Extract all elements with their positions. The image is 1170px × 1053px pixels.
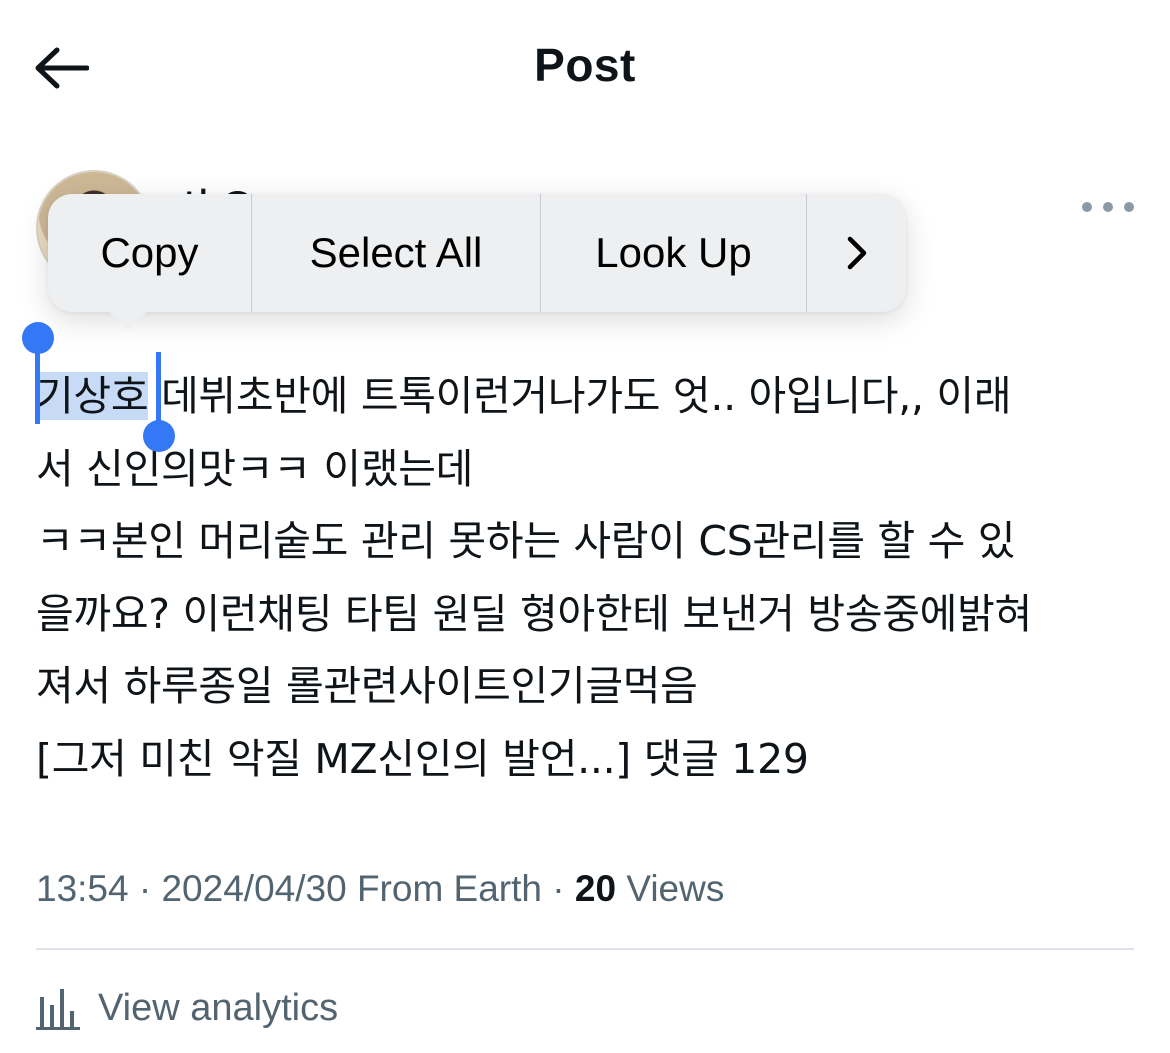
look-up-button[interactable]: Look Up — [541, 194, 807, 312]
post-line: 기상호 데뷔초반에 트톡이런거나가도 엇.. 아입니다,, 이래 — [36, 360, 1146, 433]
post-line: 서 신인의맛ㅋㅋ 이랬는데 — [36, 444, 474, 493]
post-date: 2024/04/30 — [161, 868, 347, 909]
selection-end-bar — [156, 352, 161, 424]
post-line: ㅋㅋ본인 머리숱도 관리 못하는 사람이 CS관리를 할 수 있 — [36, 517, 1016, 565]
page-title: Post — [534, 39, 636, 91]
bar-chart-icon — [36, 989, 80, 1030]
more-dot-icon — [1103, 202, 1113, 212]
post-page: Post 사 오 Copy Select All Look Up 기상호 데뷔초… — [0, 0, 1170, 1053]
post-meta: 13:54 · 2024/04/30 From Earth · 20 Views — [36, 868, 724, 910]
menu-more-button[interactable] — [807, 194, 906, 312]
view-analytics-button[interactable]: View analytics — [36, 980, 338, 1036]
post-line: 져서 하루종일 롤관련사이트인기글먹음 — [36, 662, 698, 710]
post-text[interactable]: 기상호 데뷔초반에 트톡이런거나가도 엇.. 아입니다,, 이래 서 신인의맛ㅋ… — [36, 360, 1146, 795]
text-selection-menu: Copy Select All Look Up — [48, 194, 906, 330]
selection-end-handle[interactable] — [143, 420, 175, 452]
divider — [36, 948, 1134, 950]
post-line: 을까요? 이런채팅 타팀 원딜 형아한테 보낸거 방송중에밝혀 — [36, 589, 1032, 638]
meta-separator: · — [138, 868, 162, 909]
selection-start-bar — [35, 350, 40, 424]
post-time: 13:54 — [36, 868, 129, 909]
meta-separator: · — [552, 868, 575, 909]
select-all-button[interactable]: Select All — [252, 194, 541, 312]
post-source: From Earth — [356, 868, 542, 909]
post-line: [그저 미친 악질 MZ신인의 발언...] 댓글 129 — [36, 734, 809, 783]
post-line-text: 데뷔초반에 트톡이런거나가도 엇.. 아입니다,, 이래 — [148, 372, 1012, 420]
more-dot-icon — [1124, 202, 1134, 212]
selected-text[interactable]: 기상호 — [36, 372, 149, 420]
view-analytics-label: View analytics — [98, 986, 339, 1029]
more-dot-icon — [1082, 202, 1092, 212]
chevron-right-icon — [847, 236, 866, 270]
views-label: Views — [626, 868, 725, 909]
copy-button[interactable]: Copy — [48, 194, 252, 312]
more-options-button[interactable] — [1082, 192, 1134, 222]
views-count: 20 — [574, 868, 617, 909]
